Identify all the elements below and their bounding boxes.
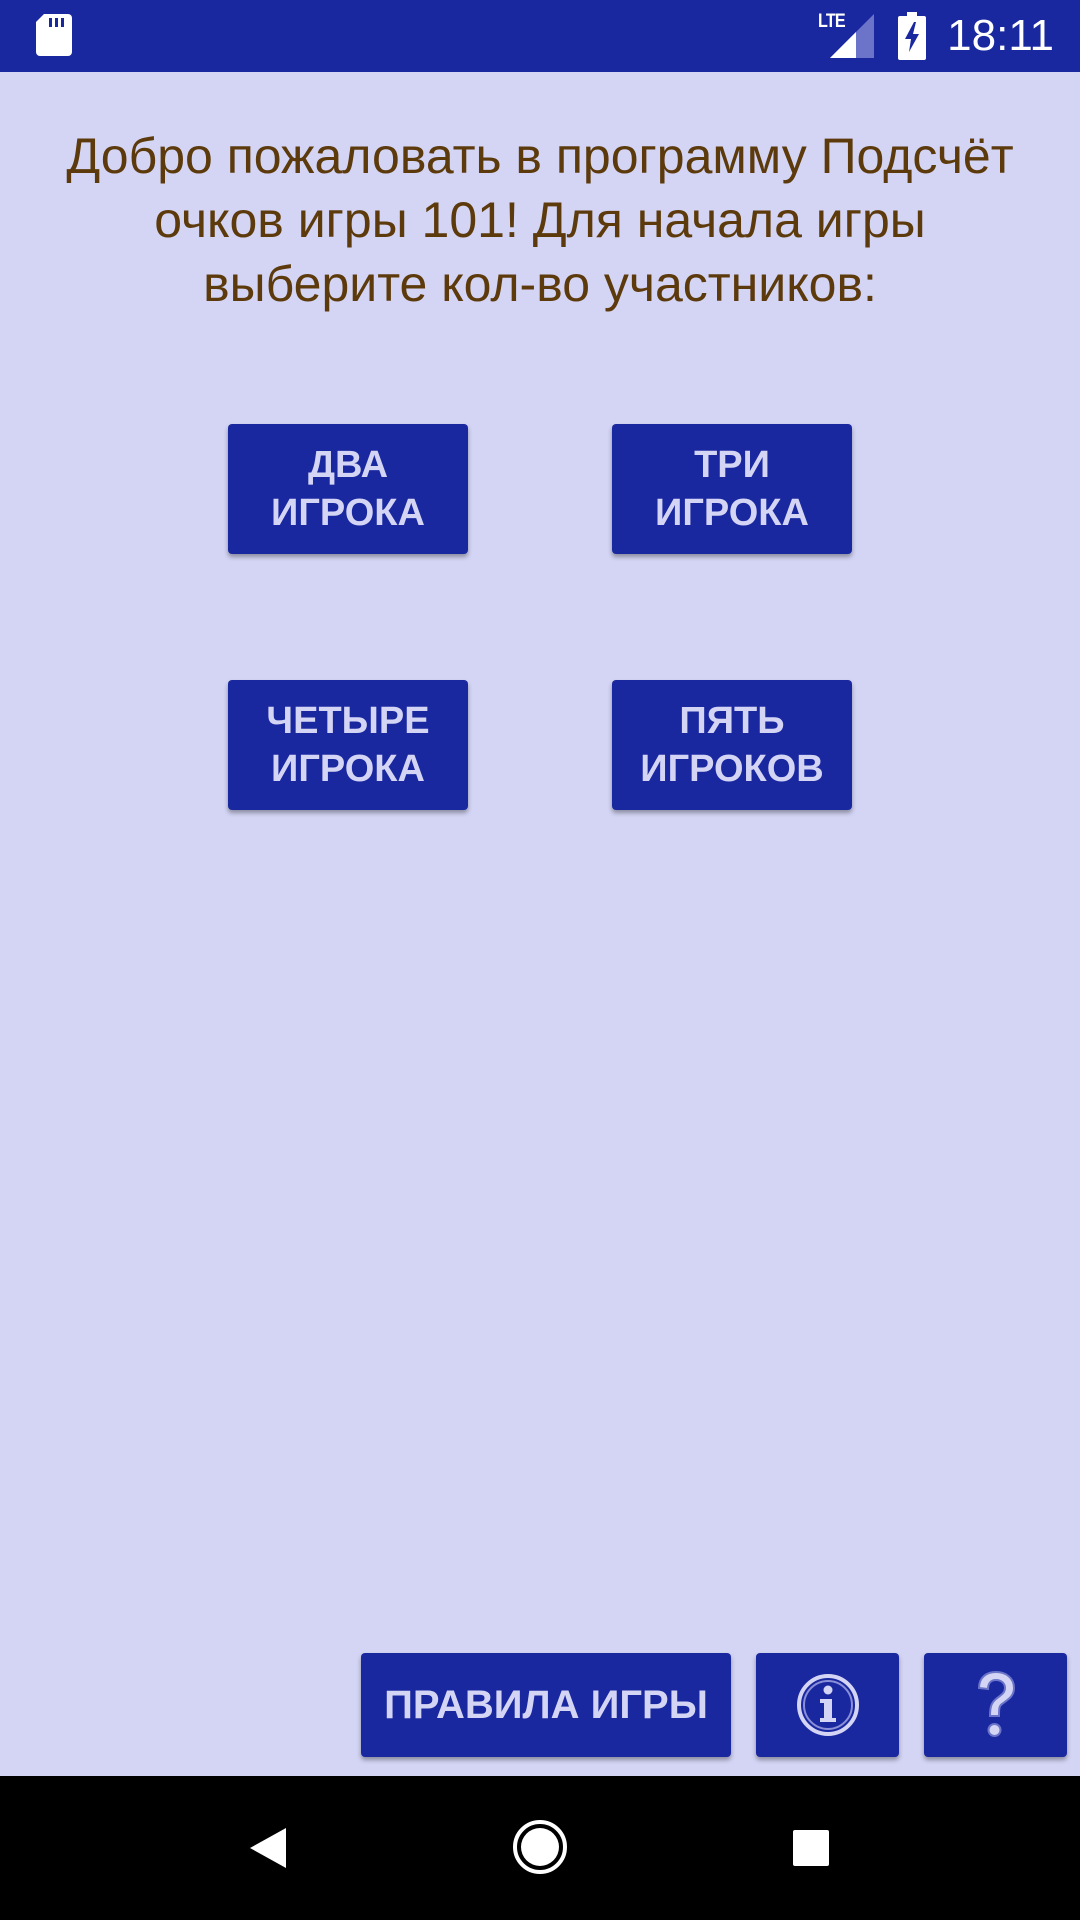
status-bar: LTE 18:11 (0, 0, 1080, 72)
sd-card-icon (36, 14, 72, 56)
two-players-button[interactable]: ДВА ИГРОКА (228, 424, 468, 554)
button-label-line2: ИГРОКА (655, 492, 809, 534)
five-players-button[interactable]: ПЯТЬ ИГРОКОВ (612, 680, 852, 810)
home-icon[interactable] (512, 1819, 568, 1875)
question-mark-icon (973, 1670, 1019, 1740)
welcome-message: Добро пожаловать в программу Подсчёт очк… (66, 128, 1014, 312)
info-button[interactable] (756, 1653, 899, 1757)
button-label-line2: ИГРОКА (271, 748, 425, 790)
recents-icon[interactable] (792, 1829, 830, 1867)
app-screen: LTE 18:11 Добро пожаловать в программу П… (0, 0, 1080, 1920)
back-icon[interactable] (248, 1826, 288, 1870)
signal-icon (830, 14, 874, 58)
rules-button-label: ПРАВИЛА ИГРЫ (384, 1682, 708, 1727)
help-button[interactable] (924, 1653, 1067, 1757)
three-players-button[interactable]: ТРИ ИГРОКА (612, 424, 852, 554)
button-label-line2: ИГРОКОВ (640, 748, 824, 790)
battery-charging-icon (898, 12, 926, 60)
button-label-line1: ЧЕТЫРЕ (266, 700, 430, 742)
status-time: 18:11 (947, 11, 1054, 60)
button-label-line1: ТРИ (694, 444, 770, 486)
button-label-line1: ПЯТЬ (679, 700, 785, 742)
button-label-line2: ИГРОКА (271, 492, 425, 534)
info-icon (795, 1672, 861, 1738)
four-players-button[interactable]: ЧЕТЫРЕ ИГРОКА (228, 680, 468, 810)
game-rules-button[interactable]: ПРАВИЛА ИГРЫ (361, 1653, 731, 1757)
button-label-line1: ДВА (307, 444, 389, 486)
